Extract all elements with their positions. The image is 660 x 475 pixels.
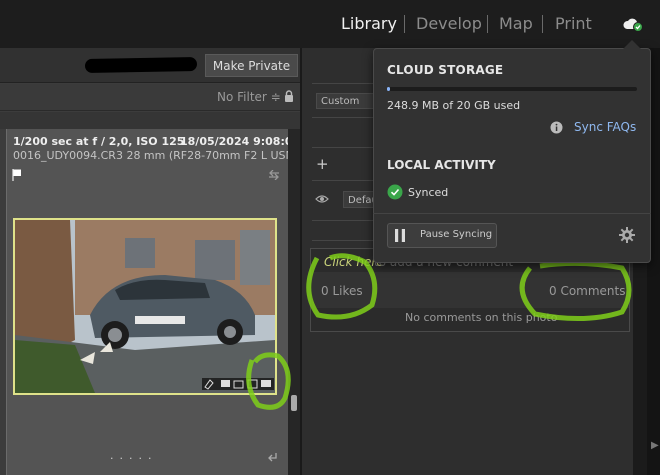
popup-divider [373,213,651,214]
storage-usage-fill [387,87,390,91]
local-activity-title: LOCAL ACTIVITY [387,158,496,172]
sync-faqs-link[interactable]: Sync FAQs [574,120,636,134]
pause-syncing-label: Pause Syncing [420,229,493,240]
storage-usage-text: 248.9 MB of 20 GB used [387,99,521,112]
gear-icon[interactable] [619,227,635,243]
popup-pointer [623,40,641,49]
cloud-storage-title: CLOUD STORAGE [387,63,504,77]
storage-usage-bar [387,87,637,91]
sync-status-text: Synced [408,186,449,199]
synced-check-icon [387,184,403,200]
pause-icon [395,229,405,242]
info-icon[interactable] [550,121,563,134]
